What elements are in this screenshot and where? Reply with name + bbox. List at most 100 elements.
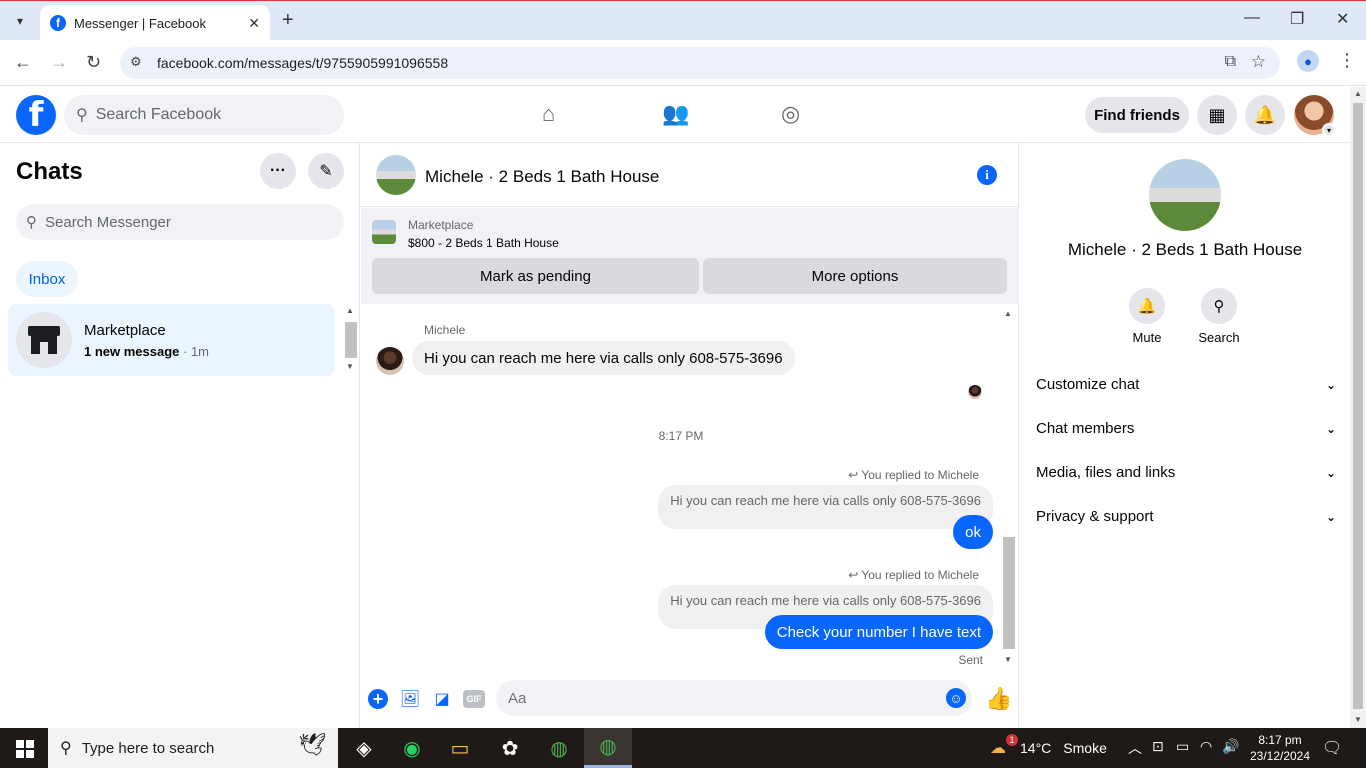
read-receipt-avatar: [968, 385, 982, 399]
search-messenger-input[interactable]: ⚲ Search Messenger: [16, 204, 344, 240]
facebook-search-input[interactable]: ⚲ Search Facebook: [64, 95, 344, 135]
browser-profile-icon[interactable]: ●: [1297, 50, 1319, 72]
chat-title[interactable]: Michele · 2 Beds 1 Bath House: [425, 167, 659, 187]
chat-house-avatar[interactable]: [376, 155, 416, 195]
emoji-icon[interactable]: ☺: [946, 688, 966, 708]
photo-icon[interactable]: 🖼: [399, 688, 421, 710]
customize-chat-section[interactable]: Customize chat ⌄: [1036, 376, 1336, 396]
message-status: Sent: [958, 653, 983, 667]
paint-icon[interactable]: ✿: [486, 728, 534, 768]
notification-center-icon[interactable]: 🗨: [1322, 738, 1342, 758]
media-files-links-section[interactable]: Media, files and links ⌄: [1036, 464, 1336, 484]
search-conversation-button[interactable]: ⚲ Search: [1189, 288, 1249, 345]
browser-tab-bar: ▾ f Messenger | Facebook ✕ + — ❐ ✕: [0, 0, 1366, 41]
scroll-down-icon[interactable]: ▼: [346, 362, 354, 371]
chat-scrollbar[interactable]: ▲ ▼: [1001, 305, 1015, 667]
search-icon: ⚲: [26, 214, 37, 231]
site-settings-icon[interactable]: ⚙: [130, 54, 142, 70]
profile-name: Michele · 2 Beds 1 Bath House: [1067, 240, 1303, 259]
inbox-tab[interactable]: Inbox: [16, 261, 78, 297]
outgoing-message[interactable]: Check your number I have text: [764, 615, 993, 649]
chevron-down-icon: ⌄: [1325, 510, 1336, 524]
clock-date: 23/12/2024: [1249, 749, 1311, 763]
copilot-icon[interactable]: ◈: [340, 728, 388, 768]
page-scrollbar[interactable]: ▲ ▼: [1350, 87, 1366, 728]
scroll-up-icon[interactable]: ▲: [1004, 309, 1012, 318]
gif-icon[interactable]: GIF: [463, 690, 485, 708]
more-options-button[interactable]: More options: [703, 258, 1007, 294]
time-separator: 8:17 PM: [658, 429, 704, 443]
tab-close-icon[interactable]: ✕: [248, 15, 260, 32]
mute-button[interactable]: 🔔 Mute: [1117, 288, 1177, 345]
chat-members-section[interactable]: Chat members ⌄: [1036, 420, 1336, 440]
menu-grid-icon[interactable]: ▦: [1197, 95, 1237, 135]
chrome-profile-icon[interactable]: ◍: [584, 728, 632, 768]
facebook-logo-icon[interactable]: f: [16, 95, 56, 135]
profile-house-avatar[interactable]: [1149, 159, 1221, 231]
groups-icon[interactable]: ◎: [781, 101, 800, 127]
browser-menu-icon[interactable]: ⋮: [1338, 50, 1356, 71]
weather-widget[interactable]: ☁ 1 14°C Smoke: [990, 734, 1107, 758]
scroll-down-icon[interactable]: ▼: [1354, 715, 1362, 724]
browser-tab[interactable]: f Messenger | Facebook ✕: [40, 5, 270, 41]
bell-icon: 🔔: [1129, 288, 1165, 324]
quoted-message[interactable]: Hi you can reach me here via calls only …: [658, 485, 993, 529]
show-hidden-icons-icon[interactable]: ︿: [1128, 738, 1142, 758]
tab-search-chevron-icon[interactable]: ▾: [8, 9, 32, 33]
close-window-button[interactable]: ✕: [1336, 9, 1349, 29]
battery-icon[interactable]: ▭: [1176, 738, 1189, 755]
plus-icon[interactable]: +: [368, 689, 388, 709]
notifications-bell-icon[interactable]: 🔔: [1245, 95, 1285, 135]
weather-condition: Smoke: [1063, 740, 1107, 756]
chat-panel: Michele · 2 Beds 1 Bath House i Marketpl…: [361, 143, 1019, 728]
chrome-icon[interactable]: ◍: [535, 728, 583, 768]
new-tab-button[interactable]: +: [282, 9, 294, 32]
privacy-support-section[interactable]: Privacy & support ⌄: [1036, 508, 1336, 528]
chats-options-button[interactable]: ···: [260, 153, 296, 189]
sender-avatar[interactable]: [376, 347, 404, 375]
home-icon[interactable]: ⌂: [542, 101, 555, 127]
windows-start-icon[interactable]: [16, 740, 34, 758]
url-text[interactable]: facebook.com/messages/t/9755905991096558: [157, 55, 448, 71]
listing-thumbnail[interactable]: [372, 220, 396, 244]
install-app-icon[interactable]: ⧉: [1225, 53, 1236, 71]
forward-arrow-icon[interactable]: →: [50, 52, 68, 73]
minimize-button[interactable]: —: [1244, 9, 1260, 27]
scroll-down-icon[interactable]: ▼: [1004, 655, 1012, 664]
scroll-up-icon[interactable]: ▲: [1354, 89, 1362, 98]
taskbar-search-input[interactable]: ⚲ Type here to search 🕊: [48, 728, 338, 768]
wifi-icon[interactable]: ◠: [1200, 738, 1212, 755]
account-avatar[interactable]: ▾: [1294, 95, 1336, 137]
outgoing-message[interactable]: ok: [953, 515, 993, 549]
chats-title: Chats: [16, 158, 83, 185]
reload-icon[interactable]: ↻: [86, 52, 101, 73]
message-input[interactable]: [496, 680, 972, 716]
scroll-up-icon[interactable]: ▲: [346, 306, 354, 315]
mark-as-pending-button[interactable]: Mark as pending: [372, 258, 699, 294]
thumbs-up-icon[interactable]: 👍: [985, 686, 1012, 712]
taskbar-search-placeholder: Type here to search: [81, 739, 215, 757]
new-message-button[interactable]: ✎: [308, 153, 344, 189]
friends-icon[interactable]: 👥: [662, 101, 689, 127]
back-arrow-icon[interactable]: ←: [14, 52, 32, 73]
url-omnibox[interactable]: ⚙ facebook.com/messages/t/97559059910965…: [120, 47, 1280, 79]
conversation-name: Marketplace: [84, 322, 166, 339]
chevron-down-icon: ⌄: [1325, 466, 1336, 480]
conversation-list-scrollbar[interactable]: ▲ ▼: [343, 306, 357, 374]
find-friends-button[interactable]: Find friends: [1085, 97, 1189, 133]
volume-icon[interactable]: 🔊: [1222, 738, 1239, 755]
message-composer: + 🖼 ◪ GIF ☺ 👍: [361, 680, 1019, 720]
restore-button[interactable]: ❐: [1290, 9, 1304, 29]
incoming-message[interactable]: Hi you can reach me here via calls only …: [412, 341, 795, 375]
meet-now-icon[interactable]: ⊡: [1152, 738, 1164, 755]
bookmark-star-icon[interactable]: ☆: [1251, 52, 1266, 72]
sender-name: Michele: [424, 323, 466, 337]
weather-badge: 1: [1006, 734, 1018, 746]
sticker-icon[interactable]: ◪: [431, 688, 453, 710]
info-icon[interactable]: i: [977, 165, 997, 185]
conversation-item[interactable]: Marketplace 1 new message · 1m: [8, 304, 335, 376]
system-clock[interactable]: 8:17 pm 23/12/2024: [1240, 732, 1320, 764]
file-explorer-icon[interactable]: ▭: [436, 728, 484, 768]
listing-title[interactable]: $800 - 2 Beds 1 Bath House: [408, 236, 559, 250]
whatsapp-icon[interactable]: ◉: [388, 728, 436, 768]
